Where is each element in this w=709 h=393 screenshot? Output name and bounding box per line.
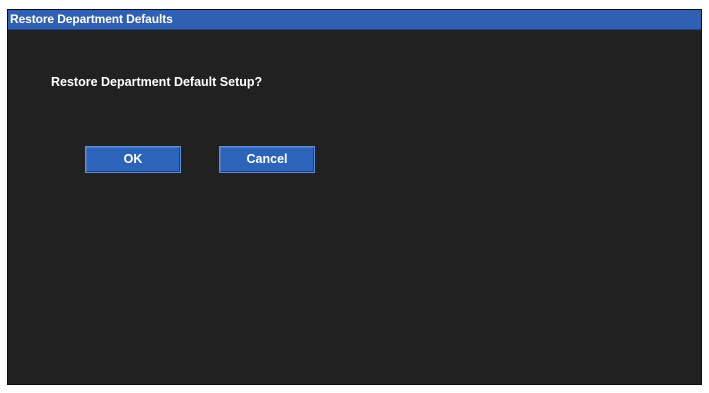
ok-button[interactable]: OK [85,146,181,173]
dialog-titlebar: Restore Department Defaults [8,10,701,30]
confirmation-prompt: Restore Department Default Setup? [51,75,263,89]
restore-defaults-dialog: Restore Department Defaults Restore Depa… [7,9,702,385]
cancel-button[interactable]: Cancel [219,146,315,173]
dialog-title: Restore Department Defaults [10,12,173,26]
